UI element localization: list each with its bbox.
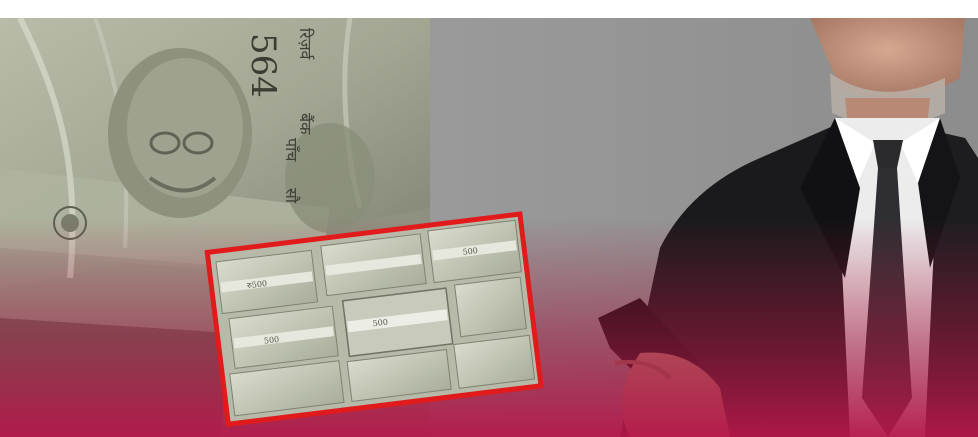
photo-illustration: 564 रिज़र्व बैंक पाँच सौ रु500 500 500 5… [0, 18, 978, 437]
stack-band-label: 500 [263, 335, 279, 346]
banknote-script-line-2: बैंक [296, 113, 315, 135]
photo-frame: 564 रिज़र्व बैंक पाँच सौ रु500 500 500 5… [0, 18, 978, 437]
banknote-script-line-1: रिज़र्व [296, 28, 315, 61]
stack-band-label: 500 [372, 317, 388, 328]
banknote-script-line-3: पाँच [282, 138, 301, 162]
stack-band-label: 500 [462, 246, 478, 257]
banknote-script-line-4: सौ [282, 188, 301, 204]
banknote-serial: 564 [243, 33, 283, 98]
